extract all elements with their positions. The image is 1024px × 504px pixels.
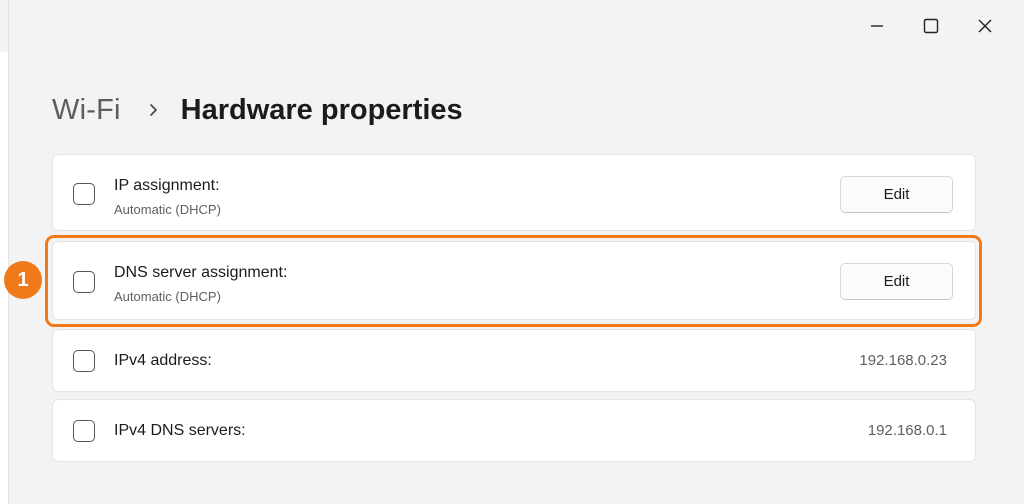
- step-number-badge: 1: [4, 261, 42, 299]
- window-controls: [853, 8, 1009, 44]
- maximize-button[interactable]: [907, 8, 955, 44]
- ipv4-address-checkbox[interactable]: [73, 350, 95, 372]
- ipv4-address-card: IPv4 address: 192.168.0.23: [52, 329, 976, 392]
- ip-assignment-label: IP assignment:: [114, 177, 220, 194]
- ip-assignment-card: IP assignment: Automatic (DHCP) Edit: [52, 154, 976, 231]
- chevron-right-icon: [149, 103, 159, 117]
- dns-server-assignment-edit-button[interactable]: Edit: [840, 263, 953, 300]
- page-title: Hardware properties: [180, 93, 463, 126]
- maximize-icon: [923, 18, 939, 34]
- dns-server-assignment-checkbox[interactable]: [73, 271, 95, 293]
- dns-server-assignment-label: DNS server assignment:: [114, 264, 288, 281]
- dns-server-assignment-value: Automatic (DHCP): [114, 289, 221, 304]
- ipv4-dns-servers-checkbox[interactable]: [73, 420, 95, 442]
- ipv4-address-value: 192.168.0.23: [859, 352, 947, 369]
- dns-server-assignment-card: DNS server assignment: Automatic (DHCP) …: [52, 241, 976, 320]
- breadcrumb: Wi-Fi Hardware properties: [52, 88, 463, 132]
- ipv4-dns-servers-label: IPv4 DNS servers:: [114, 422, 246, 439]
- minimize-icon: [871, 25, 883, 27]
- close-icon: [978, 19, 992, 33]
- minimize-button[interactable]: [853, 8, 901, 44]
- close-button[interactable]: [961, 8, 1009, 44]
- background-window-edge: [0, 0, 8, 504]
- breadcrumb-parent-wifi[interactable]: Wi-Fi: [52, 94, 121, 127]
- ipv4-address-label: IPv4 address:: [114, 352, 212, 369]
- ipv4-dns-servers-card: IPv4 DNS servers: 192.168.0.1: [52, 399, 976, 462]
- ip-assignment-checkbox[interactable]: [73, 183, 95, 205]
- ip-assignment-edit-button[interactable]: Edit: [840, 176, 953, 213]
- ipv4-dns-servers-value: 192.168.0.1: [867, 422, 947, 439]
- ip-assignment-value: Automatic (DHCP): [114, 202, 221, 217]
